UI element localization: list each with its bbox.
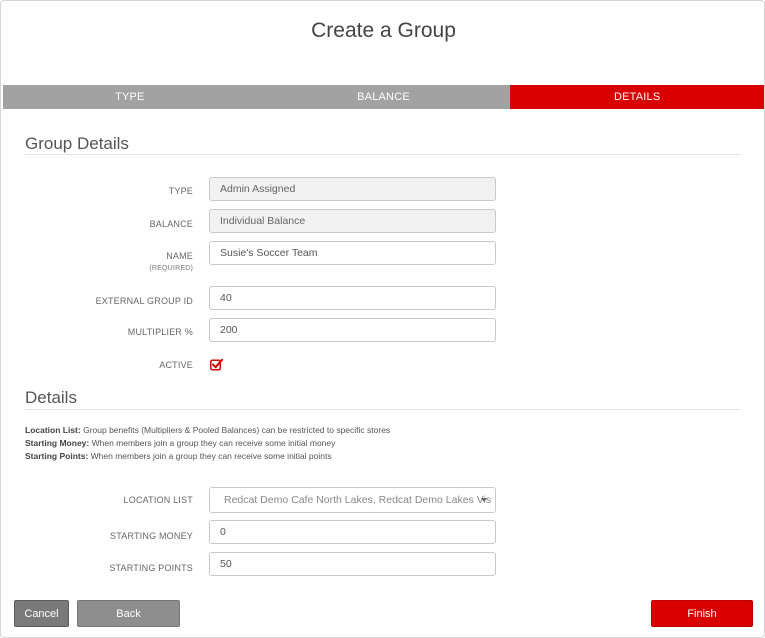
- active-checkbox-icon[interactable]: [210, 358, 223, 371]
- starting-points-label: STARTING POINTS: [109, 563, 193, 573]
- step-type[interactable]: TYPE: [3, 85, 257, 109]
- type-field: [209, 177, 496, 201]
- location-list-note-term: Location List:: [25, 425, 81, 435]
- details-heading: Details: [25, 388, 77, 407]
- name-label: NAME (REQUIRED): [149, 251, 193, 272]
- wizard-steps: TYPE BALANCE DETAILS: [3, 85, 765, 109]
- step-details[interactable]: DETAILS: [510, 85, 765, 109]
- step-balance[interactable]: BALANCE: [256, 85, 511, 109]
- group-details-divider: [25, 154, 741, 155]
- starting-points-note-term: Starting Points:: [25, 451, 89, 461]
- location-list-value: Redcat Demo Cafe North Lakes, Redcat Dem…: [224, 494, 492, 506]
- name-input[interactable]: [209, 241, 496, 265]
- starting-points-note-text: When members join a group they can recei…: [88, 451, 332, 461]
- starting-money-note: Starting Money: When members join a grou…: [25, 438, 335, 448]
- page-title: Create a Group: [311, 19, 456, 42]
- details-divider: [25, 409, 741, 410]
- starting-points-input[interactable]: [209, 552, 496, 576]
- location-list-label: LOCATION LIST: [123, 495, 193, 505]
- external-group-id-input[interactable]: [209, 286, 496, 310]
- multiplier-label: MULTIPLIER %: [127, 327, 193, 337]
- group-details-heading: Group Details: [25, 134, 129, 153]
- multiplier-input[interactable]: [209, 318, 496, 342]
- back-button[interactable]: Back: [77, 600, 180, 627]
- balance-label: BALANCE: [149, 219, 193, 229]
- starting-money-note-term: Starting Money:: [25, 438, 90, 448]
- name-required-label: (REQUIRED): [149, 265, 193, 272]
- balance-field: [209, 209, 496, 233]
- starting-points-note: Starting Points: When members join a gro…: [25, 451, 332, 461]
- location-list-note-text: Group benefits (Multipliers & Pooled Bal…: [80, 425, 391, 435]
- caret-down-icon: [481, 498, 487, 502]
- starting-money-label: STARTING MONEY: [110, 531, 193, 541]
- active-label: ACTIVE: [159, 360, 193, 370]
- location-list-note: Location List: Group benefits (Multiplie…: [25, 425, 390, 435]
- cancel-button[interactable]: Cancel: [14, 600, 69, 627]
- finish-button[interactable]: Finish: [651, 600, 753, 627]
- dialog: Create a Group TYPE BALANCE DETAILS Grou…: [0, 0, 765, 638]
- location-list-select[interactable]: Redcat Demo Cafe North Lakes, Redcat Dem…: [209, 487, 496, 513]
- starting-money-note-text: When members join a group they can recei…: [89, 438, 336, 448]
- external-group-id-label: EXTERNAL GROUP ID: [95, 296, 193, 306]
- starting-money-input[interactable]: [209, 520, 496, 544]
- name-label-text: NAME: [166, 251, 193, 261]
- type-label: TYPE: [168, 186, 193, 196]
